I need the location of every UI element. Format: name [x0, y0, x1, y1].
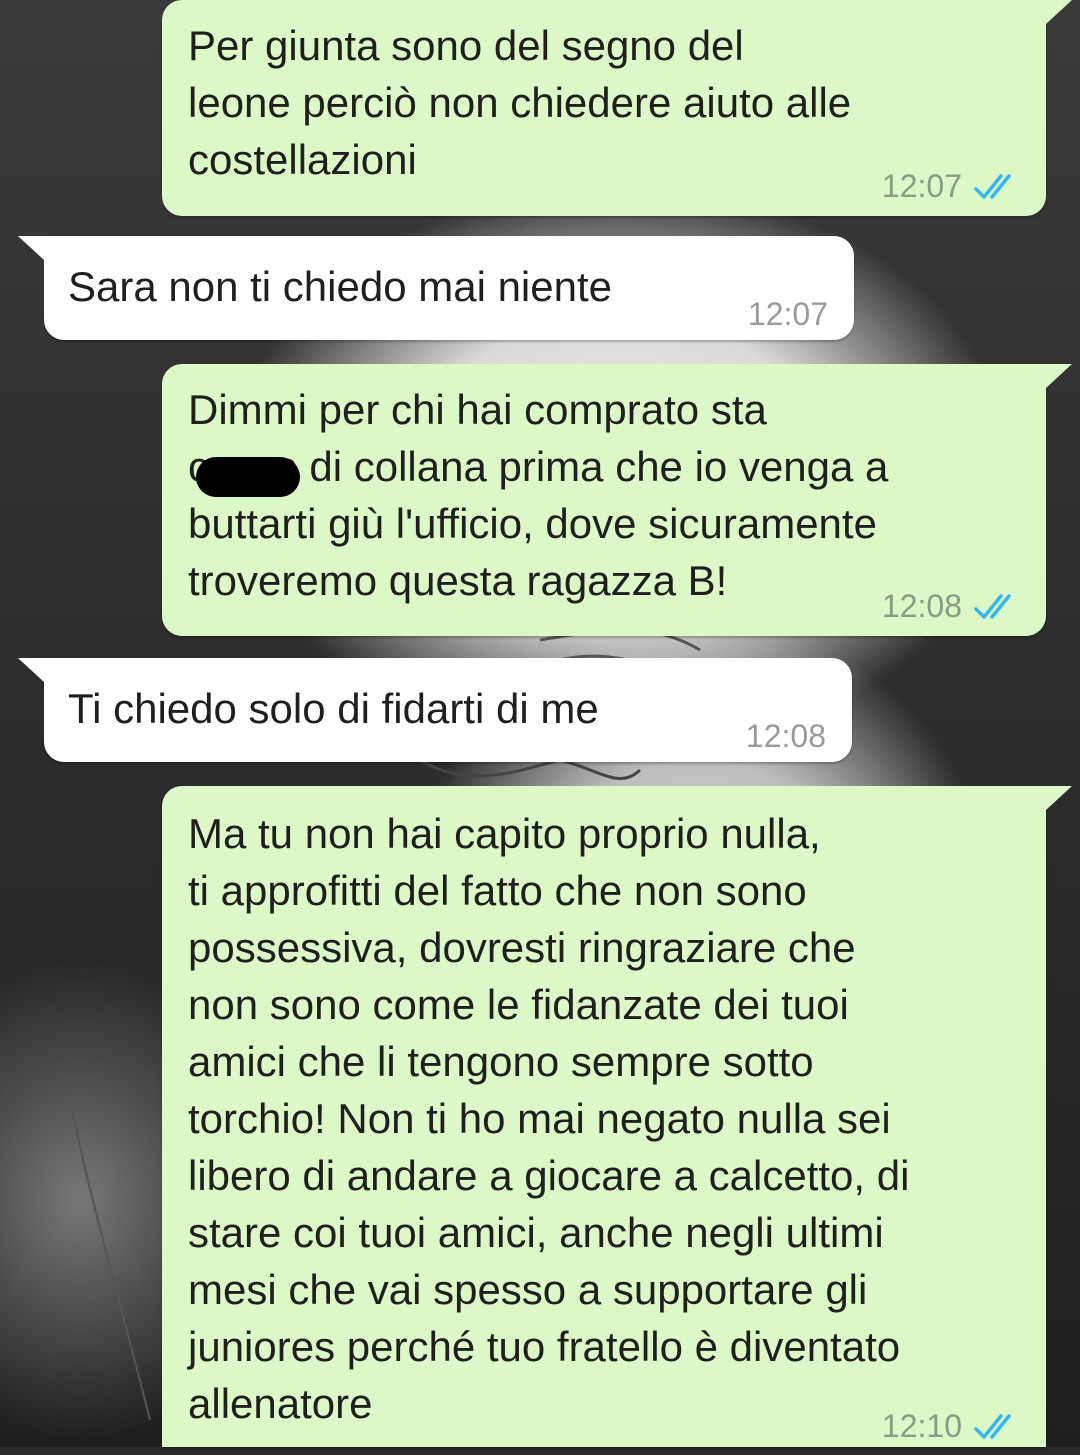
message-meta: 12:07	[882, 158, 1020, 215]
bubble-tail	[1046, 364, 1072, 388]
message-meta: 12:08	[746, 708, 826, 765]
message-time: 12:07	[881, 168, 962, 204]
message-time: 12:08	[745, 718, 826, 754]
double-check-icon	[974, 593, 1011, 619]
message-bubble-incoming[interactable]: Sara non ti chiedo mai niente 12:07	[18, 236, 854, 343]
message-meta: 12:07	[748, 286, 828, 343]
message-text: Ma tu non hai capito proprio nulla, ti a…	[188, 810, 910, 1427]
message-time: 12:08	[881, 588, 962, 624]
bubble-tail	[18, 658, 44, 682]
message-bubble-outgoing[interactable]: Dimmi per chi hai comprato sta cazzo di …	[162, 364, 1072, 636]
message-meta: 12:08	[882, 578, 1020, 635]
bubble-tail	[1046, 0, 1072, 24]
message-bubble-outgoing[interactable]: Per giunta sono del segno del leone perc…	[162, 0, 1072, 216]
double-check-icon	[974, 173, 1011, 199]
message-text: Sara non ti chiedo mai niente	[68, 263, 613, 310]
message-meta: 12:10	[882, 1398, 1020, 1455]
message-text: Dimmi per chi hai comprato sta cazzo di …	[188, 386, 889, 604]
message-time: 12:07	[747, 296, 828, 332]
redaction-mark	[196, 457, 300, 497]
message-bubble-outgoing[interactable]: Ma tu non hai capito proprio nulla, ti a…	[162, 786, 1072, 1447]
bubble-tail	[18, 236, 44, 260]
message-time: 12:10	[881, 1408, 962, 1444]
double-check-icon	[974, 1413, 1011, 1439]
bubble-tail	[1046, 786, 1072, 810]
message-bubble-incoming[interactable]: Ti chiedo solo di fidarti di me 12:08	[18, 658, 852, 765]
message-text: Ti chiedo solo di fidarti di me	[68, 685, 599, 732]
